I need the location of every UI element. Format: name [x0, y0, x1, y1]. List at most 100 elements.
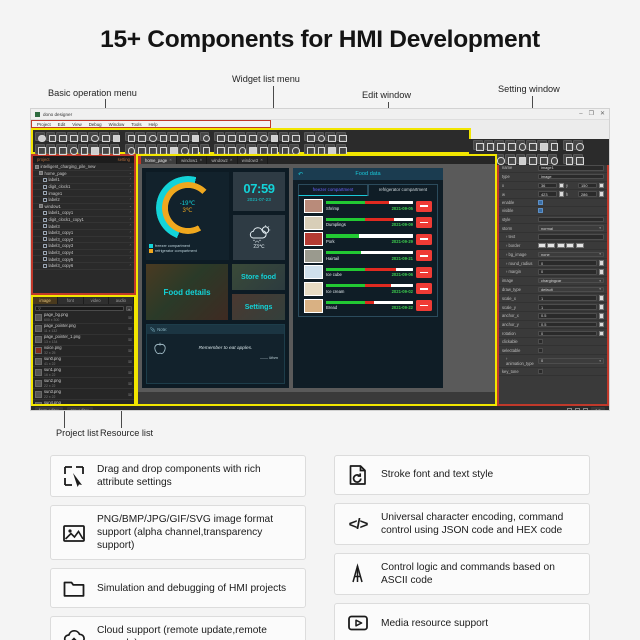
resource-item[interactable]: sun3.png 22 x 22 ☒ [33, 389, 134, 401]
delete-resource-icon[interactable]: ☒ [128, 348, 132, 353]
property-row-bg_image[interactable]: › bg_image none [499, 250, 607, 260]
tree-item[interactable]: label3_copy1 ⌃ [33, 230, 134, 237]
tree-item[interactable]: home_page ⌄ [33, 171, 134, 178]
project-list-panel[interactable]: project setting intelligent_charging_pil… [31, 154, 136, 295]
status-tab-form-editor[interactable]: form editor [35, 407, 63, 410]
toolbar-icon[interactable] [135, 131, 146, 142]
toolbar-icon[interactable] [505, 140, 516, 151]
property-value-w[interactable]: 423 [538, 191, 557, 198]
remove-food-button[interactable] [416, 233, 432, 245]
food-data-tabs[interactable]: freezer compartment refrigerator compart… [293, 180, 443, 196]
remove-food-button[interactable] [416, 250, 432, 262]
toolbar-icon[interactable] [278, 131, 289, 142]
toolbar-icon[interactable] [178, 131, 189, 142]
toolbar-icon[interactable] [494, 140, 505, 151]
toolbar-icon[interactable] [156, 144, 167, 155]
toolbar-icon[interactable] [537, 140, 548, 151]
resource-tabs[interactable]: image font video audio [33, 297, 134, 305]
chevron-icon[interactable]: ⌃ [129, 237, 132, 241]
resource-tab-image[interactable]: image [33, 297, 59, 305]
toolbar-icon[interactable] [135, 144, 146, 155]
tree-item[interactable]: label3_copy6 ⌃ [33, 263, 134, 270]
toolbar-icon[interactable] [336, 144, 347, 155]
property-row-scale_x[interactable]: scale_x 1 [499, 294, 607, 304]
toolbar-icon[interactable] [167, 131, 178, 142]
property-row-animation_type[interactable]: › animation_type 0 [499, 355, 607, 368]
menu-item-view[interactable]: View [72, 122, 81, 127]
property-row-selectable[interactable]: selectable [499, 346, 607, 355]
toolbar-icon[interactable] [505, 154, 516, 165]
toolbar-icon[interactable] [246, 131, 257, 142]
toolbar-icon[interactable] [278, 144, 289, 155]
toolbar-icon[interactable] [188, 131, 199, 142]
menu-item-debug[interactable]: Debug [89, 122, 102, 127]
toolbar-icon[interactable] [562, 154, 573, 165]
color-swatch[interactable] [575, 242, 584, 249]
property-value-animation_type[interactable]: 0 [538, 357, 604, 364]
zoom-level[interactable]: 1:1 [591, 407, 605, 410]
toolbar-icon[interactable] [88, 131, 99, 142]
tree-item[interactable]: label3_copy5 ⌃ [33, 256, 134, 263]
property-value-draw_type[interactable]: default [538, 286, 604, 293]
property-checkbox[interactable] [538, 339, 543, 345]
tree-item[interactable]: label2 ⌃ [33, 197, 134, 204]
temperature-gauge-card[interactable]: -19℃ 3℃ freezer compartment refrigerator… [146, 172, 229, 260]
toolbar-icon[interactable] [562, 140, 573, 151]
property-value-round_radius[interactable]: 0 [538, 260, 597, 266]
menu-item-window[interactable]: Window [109, 122, 125, 127]
resource-tab-video[interactable]: video [83, 297, 109, 305]
tree-item[interactable]: label3_copy3 ⌃ [33, 243, 134, 250]
delete-resource-icon[interactable]: ☒ [128, 392, 132, 397]
toolbar-icon[interactable] [167, 144, 178, 155]
feature-card-cloud[interactable]: Cloud support (remote update,remote upgr… [50, 616, 306, 640]
property-value-name[interactable]: image1 [538, 165, 604, 171]
toolbar-icon[interactable] [526, 154, 537, 165]
ide-status-bar[interactable]: form editor raw editor 1:1 [31, 406, 609, 410]
property-value-x[interactable]: 36 [538, 182, 557, 189]
feature-card-image-format[interactable]: PNG/BMP/JPG/GIF/SVG image format support… [50, 505, 306, 561]
weather-widget[interactable]: 23℃ [233, 215, 285, 260]
toolbar-icon[interactable] [547, 140, 558, 151]
tab-project[interactable]: project [37, 157, 50, 162]
food-data-screen[interactable]: ↶ Food data freezer compartment refriger… [293, 168, 443, 388]
edit-tab-home-page[interactable]: home_page ✕ [141, 156, 178, 164]
toolbar-icon[interactable] [573, 140, 584, 151]
toolbar-icon[interactable] [526, 140, 537, 151]
feature-card-ascii[interactable]: Control logic and commands based on ASCI… [334, 553, 590, 596]
property-value-image[interactable]: chargingcar [538, 277, 604, 284]
toolbar-icon[interactable] [289, 131, 300, 142]
toolbar-icon[interactable] [45, 144, 56, 155]
toolbar-icon[interactable] [257, 144, 268, 155]
store-food-button[interactable]: Store food [232, 264, 285, 290]
toolbar-icon[interactable] [67, 144, 78, 155]
property-row-type[interactable]: type image [499, 173, 607, 182]
delete-resource-icon[interactable]: ☒ [128, 359, 132, 364]
stepper-icon[interactable] [598, 191, 604, 197]
chevron-icon[interactable]: ⌃ [129, 185, 132, 189]
tree-item[interactable]: label1 ⌃ [33, 177, 134, 184]
toolbar-icon[interactable] [267, 144, 278, 155]
toolbar-icon[interactable] [314, 131, 325, 142]
menu-item-help[interactable]: Help [149, 122, 158, 127]
toolbar-icon[interactable] [515, 140, 526, 151]
toolbar-icon[interactable] [235, 144, 246, 155]
maximize-icon[interactable]: ❐ [589, 111, 594, 117]
property-value-text[interactable] [538, 234, 604, 240]
property-value-style[interactable] [538, 216, 604, 223]
status-bar-right[interactable]: 1:1 [567, 407, 605, 410]
resource-item[interactable]: page_pointer.png 11 x 132 ☒ [33, 324, 134, 335]
edit-tab-close-icon[interactable]: ✕ [230, 158, 233, 162]
chevron-icon[interactable]: ⌃ [129, 244, 132, 248]
property-row-name[interactable]: name image1 [499, 164, 607, 173]
resource-tab-font[interactable]: font [58, 297, 84, 305]
toolbar-icon[interactable] [35, 131, 45, 142]
property-checkbox[interactable] [538, 208, 543, 214]
digital-clock-widget[interactable]: 07:59 2021-07-23 [233, 172, 285, 212]
resource-item[interactable]: voice.png 32 x 25 ☒ [33, 345, 134, 357]
color-swatch[interactable] [556, 242, 565, 249]
remove-food-button[interactable] [416, 283, 432, 295]
stepper-icon[interactable] [598, 295, 604, 301]
toolbar-icon[interactable] [88, 144, 99, 155]
toolbar-icon[interactable] [35, 144, 45, 155]
property-value-type[interactable]: image [538, 173, 604, 180]
